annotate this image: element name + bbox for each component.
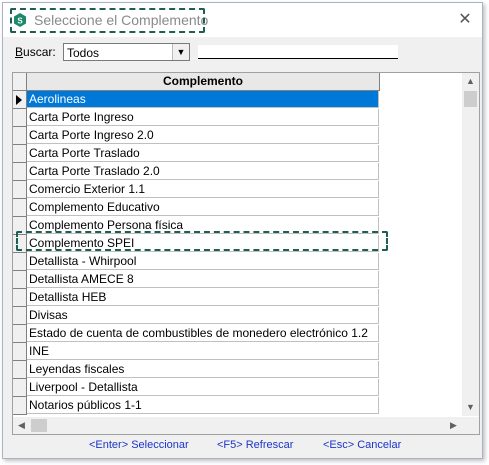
- row-selector[interactable]: [13, 289, 27, 307]
- complement-name-cell[interactable]: Carta Porte Ingreso 2.0: [27, 127, 379, 144]
- grid-corner-cell: [13, 73, 27, 91]
- scroll-left-arrow-icon[interactable]: ◀: [13, 417, 30, 434]
- table-row[interactable]: Detallista - Whirpool: [13, 253, 380, 271]
- complement-name-cell[interactable]: Divisas: [27, 307, 379, 324]
- table-row[interactable]: Notarios públicos 1-1: [13, 397, 380, 415]
- table-row[interactable]: Complemento Educativo: [13, 199, 380, 217]
- row-selector[interactable]: [13, 361, 27, 379]
- table-row[interactable]: Aerolineas: [13, 91, 380, 109]
- row-selector[interactable]: [13, 127, 27, 145]
- complement-name-cell[interactable]: Liverpool - Detallista: [27, 379, 379, 396]
- table-row[interactable]: Divisas: [13, 307, 380, 325]
- current-row-pointer-icon: [16, 95, 22, 105]
- table-row[interactable]: Carta Porte Traslado: [13, 145, 380, 163]
- horizontal-scroll-thumb[interactable]: [31, 419, 47, 432]
- row-selector[interactable]: [13, 199, 27, 217]
- complement-name-cell[interactable]: Carta Porte Traslado: [27, 145, 379, 162]
- table-row[interactable]: INE: [13, 343, 380, 361]
- filter-select[interactable]: Todos ▼: [63, 43, 190, 61]
- table-row[interactable]: Liverpool - Detallista: [13, 379, 380, 397]
- filter-select-value: Todos: [67, 46, 100, 60]
- vertical-scroll-thumb[interactable]: [464, 91, 477, 107]
- row-selector[interactable]: [13, 379, 27, 397]
- select-shortcut-link[interactable]: <Enter> Seleccionar: [89, 439, 189, 451]
- search-label: Buscar:: [15, 45, 56, 59]
- complement-name-cell[interactable]: Estado de cuenta de combustibles de mone…: [27, 325, 379, 342]
- complement-name-cell[interactable]: Detallista HEB: [27, 289, 379, 306]
- row-highlight-frame: [16, 231, 388, 251]
- vertical-scrollbar[interactable]: ▲ ▼: [462, 73, 479, 416]
- search-label-accesskey: B: [15, 45, 24, 59]
- complement-name-cell[interactable]: Detallista AMECE 8: [27, 271, 379, 288]
- table-row[interactable]: Carta Porte Traslado 2.0: [13, 163, 380, 181]
- complement-name-cell[interactable]: Leyendas fiscales: [27, 361, 379, 378]
- complement-name-cell[interactable]: INE: [27, 343, 379, 360]
- horizontal-scrollbar[interactable]: ◀ ▶: [13, 417, 462, 434]
- table-row[interactable]: Detallista HEB: [13, 289, 380, 307]
- row-selector[interactable]: [13, 91, 27, 109]
- scroll-right-arrow-icon[interactable]: ▶: [445, 417, 462, 434]
- row-selector[interactable]: [13, 397, 27, 415]
- complement-name-cell[interactable]: Detallista - Whirpool: [27, 253, 379, 270]
- table-row[interactable]: Estado de cuenta de combustibles de mone…: [13, 325, 380, 343]
- refresh-shortcut-link[interactable]: <F5> Refrescar: [217, 439, 293, 451]
- search-label-text: uscar:: [23, 45, 56, 59]
- search-bar: Buscar: Todos ▼: [15, 43, 485, 63]
- complement-grid: Complemento Aerolineas Carta Porte Ingres…: [12, 72, 480, 435]
- title-highlight-frame: [10, 8, 205, 33]
- row-selector[interactable]: [13, 109, 27, 127]
- scroll-down-arrow-icon[interactable]: ▼: [462, 399, 479, 416]
- row-selector[interactable]: [13, 181, 27, 199]
- complement-name-cell[interactable]: Notarios públicos 1-1: [27, 397, 379, 414]
- title-bar: S Seleccione el Complemento ✕: [3, 3, 482, 37]
- close-button[interactable]: ✕: [456, 11, 474, 29]
- complement-name-cell[interactable]: Aerolineas: [27, 91, 379, 108]
- search-input[interactable]: [198, 45, 398, 59]
- row-selector[interactable]: [13, 271, 27, 289]
- select-complement-dialog: S Seleccione el Complemento ✕ Buscar: To…: [2, 2, 483, 459]
- grid-header: Complemento: [13, 73, 461, 91]
- row-selector[interactable]: [13, 307, 27, 325]
- table-row[interactable]: Carta Porte Ingreso 2.0: [13, 127, 380, 145]
- chevron-down-icon[interactable]: ▼: [172, 44, 189, 60]
- complement-name-cell[interactable]: Complemento Educativo: [27, 199, 379, 216]
- complement-name-cell[interactable]: Carta Porte Ingreso: [27, 109, 379, 126]
- table-row[interactable]: Detallista AMECE 8: [13, 271, 380, 289]
- cancel-shortcut-link[interactable]: <Esc> Cancelar: [323, 439, 401, 451]
- complement-name-cell[interactable]: Comercio Exterior 1.1: [27, 181, 379, 198]
- table-row[interactable]: Comercio Exterior 1.1: [13, 181, 380, 199]
- row-selector[interactable]: [13, 145, 27, 163]
- column-header-complemento[interactable]: Complemento: [27, 73, 380, 91]
- row-selector[interactable]: [13, 343, 27, 361]
- scrollbar-corner: [462, 417, 479, 434]
- row-selector[interactable]: [13, 253, 27, 271]
- row-selector[interactable]: [13, 163, 27, 181]
- table-row[interactable]: Carta Porte Ingreso: [13, 109, 380, 127]
- scroll-up-arrow-icon[interactable]: ▲: [462, 73, 479, 90]
- row-selector[interactable]: [13, 325, 27, 343]
- shortcut-bar: <Enter> Seleccionar <F5> Refrescar <Esc>…: [3, 439, 482, 453]
- complement-name-cell[interactable]: Carta Porte Traslado 2.0: [27, 163, 379, 180]
- table-row[interactable]: Leyendas fiscales: [13, 361, 380, 379]
